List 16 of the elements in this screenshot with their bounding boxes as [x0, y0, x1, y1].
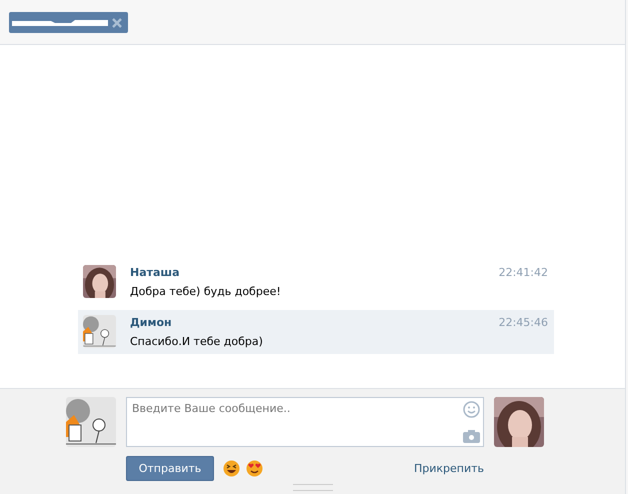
chat-tab[interactable]: [9, 12, 128, 33]
author-name[interactable]: Наташа: [130, 266, 180, 279]
resize-handle[interactable]: [292, 484, 332, 491]
smiley-icon[interactable]: [463, 401, 480, 418]
heart-eyes-emoji-icon[interactable]: [246, 460, 263, 477]
message-time: 22:41:42: [498, 266, 548, 279]
attach-link[interactable]: Прикрепить: [414, 462, 484, 475]
message-text: Спасибо.И тебе добра): [130, 335, 264, 348]
author-name[interactable]: Димон: [130, 316, 172, 329]
close-icon[interactable]: [112, 18, 122, 28]
message-text: Добра тебе) будь добрее!: [130, 285, 282, 298]
send-button[interactable]: Отправить: [126, 456, 214, 481]
camera-icon[interactable]: [463, 430, 480, 443]
message-field[interactable]: Введите Ваше сообщение..: [126, 397, 484, 447]
laughing-emoji-icon[interactable]: [223, 460, 240, 477]
message-time: 22:45:46: [498, 316, 548, 329]
